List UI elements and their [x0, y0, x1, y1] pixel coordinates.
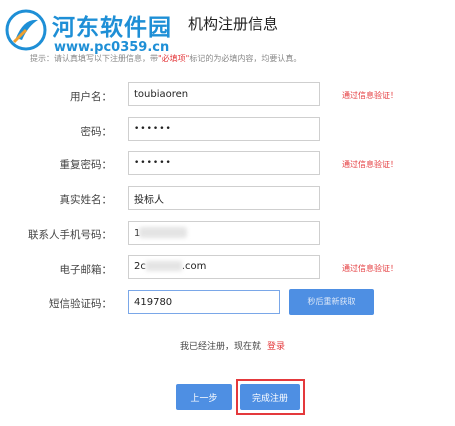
- sms-code-label: 短信验证码：: [49, 298, 112, 310]
- username-input[interactable]: [128, 82, 320, 106]
- finish-registration-button[interactable]: 完成注册: [240, 384, 300, 410]
- email-value-prefix: 2c: [134, 261, 146, 272]
- prev-step-button[interactable]: 上一步: [176, 384, 232, 410]
- confirm-password-validation: 通过信息验证！: [342, 160, 398, 169]
- watermark-site-name: 河东软件园: [52, 15, 172, 41]
- password-label: 密码：: [80, 126, 113, 138]
- email-redaction: [145, 261, 182, 271]
- real-name-label: 真实姓名：: [59, 194, 113, 206]
- login-link[interactable]: 登录: [267, 342, 285, 352]
- real-name-input[interactable]: [128, 186, 320, 210]
- confirm-password-input[interactable]: [128, 151, 320, 175]
- confirm-password-label: 重复密码：: [59, 159, 113, 171]
- email-label: 电子邮箱：: [59, 264, 113, 276]
- password-input[interactable]: [128, 117, 320, 141]
- site-logo-icon: [5, 9, 47, 51]
- notice-required-mark: "必填项": [158, 54, 190, 63]
- email-input[interactable]: 2c .com: [128, 255, 320, 279]
- login-prompt: 我已经注册，现在就 登录: [180, 339, 285, 352]
- phone-label: 联系人手机号码：: [28, 229, 112, 241]
- username-label: 用户名：: [70, 91, 112, 103]
- page-title: 机构注册信息: [188, 15, 279, 33]
- email-validation: 通过信息验证！: [342, 264, 398, 273]
- notice-text-after: 标记的为必填内容，均要认真。: [189, 54, 302, 63]
- notice-text: 提示：请认真填写以下注册信息，带"必填项"标记的为必填内容，均要认真。: [30, 53, 440, 64]
- email-value-suffix: .com: [181, 261, 207, 272]
- notice-text-before: 提示：请认真填写以下注册信息，带: [30, 54, 158, 63]
- sms-code-input[interactable]: [128, 290, 280, 314]
- login-prompt-text: 我已经注册，现在就: [180, 342, 262, 352]
- phone-redaction: [139, 227, 187, 238]
- watermark: 河东软件园 www.pc0359.cn: [2, 2, 212, 60]
- username-validation: 通过信息验证！: [342, 91, 398, 100]
- resend-sms-button[interactable]: 秒后重新获取: [289, 289, 374, 315]
